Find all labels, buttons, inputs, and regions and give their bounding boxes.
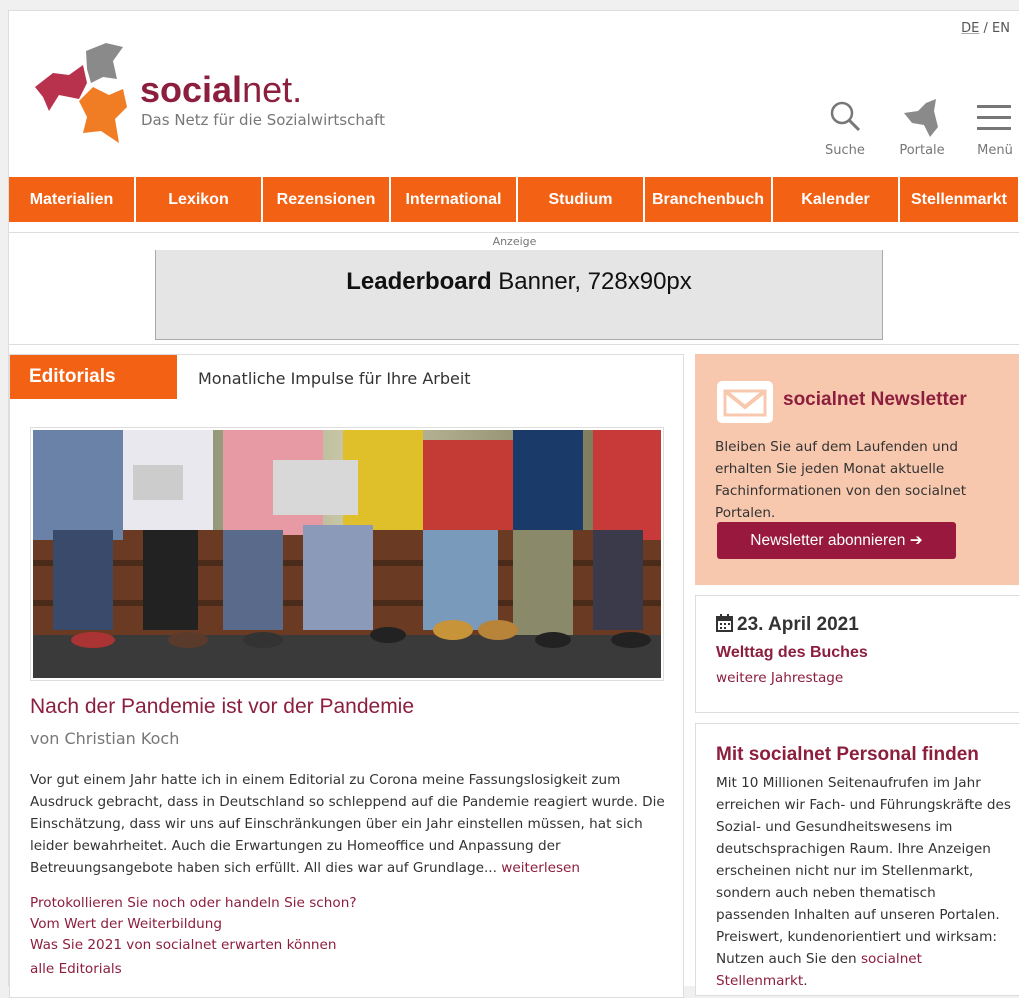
editorial-links: Protokollieren Sie noch oder handeln Sie… (30, 893, 357, 956)
portals-label: Portale (899, 143, 945, 158)
read-more-link[interactable]: weiterlesen (501, 860, 580, 876)
newsletter-subscribe-button[interactable]: Newsletter abonnieren ➔ (717, 522, 956, 559)
personal-text: Mit 10 Millionen Seitenaufrufen im Jahr … (716, 775, 1011, 989)
arrow-circle-right-icon: ➔ (909, 532, 923, 549)
hamburger-menu-icon (977, 105, 1011, 130)
lang-de-link[interactable]: DE (961, 21, 979, 36)
anniversary-event[interactable]: Welttag des Buches (716, 644, 868, 662)
editorials-tab[interactable]: Editorials (10, 355, 177, 399)
socialnet-logo-icon[interactable] (31, 39, 141, 149)
brand-name: socialnet. (140, 69, 303, 110)
nav-item-studium[interactable]: Studium (518, 177, 643, 222)
editorial-link[interactable]: Vom Wert der Weiterbildung (30, 914, 357, 935)
newsletter-box: socialnet Newsletter Bleiben Sie auf dem… (695, 354, 1019, 585)
group-photo-illustration (33, 430, 661, 678)
nav-item-kalender[interactable]: Kalender (773, 177, 898, 222)
article-author: von Christian Koch (30, 729, 180, 748)
nav-item-materialien[interactable]: Materialien (9, 177, 134, 222)
editorial-link[interactable]: Protokollieren Sie noch oder handeln Sie… (30, 893, 357, 914)
main-nav: Materialien Lexikon Rezensionen Internat… (9, 177, 1019, 222)
tagline: Das Netz für die Sozialwirtschaft (141, 111, 385, 129)
calendar-icon (716, 614, 733, 632)
page: DE / EN socialnet. Das Netz für die Sozi… (8, 10, 1019, 998)
personal-box: Mit socialnet Personal finden Mit 10 Mil… (695, 723, 1019, 996)
nav-item-branchenbuch[interactable]: Branchenbuch (645, 177, 771, 222)
newsletter-title: socialnet Newsletter (783, 389, 967, 410)
newsletter-text: Bleiben Sie auf dem Laufenden und erhalt… (715, 439, 967, 521)
menu-label: Menü (977, 143, 1013, 158)
editorials-subtitle: Monatliche Impulse für Ihre Arbeit (198, 369, 471, 388)
language-switch: DE / EN (961, 21, 1010, 36)
portals-icon (904, 99, 938, 137)
article-body: Vor gut einem Jahr hatte ich in einem Ed… (30, 772, 665, 876)
nav-item-rezensionen[interactable]: Rezensionen (263, 177, 389, 222)
nav-item-stellenmarkt[interactable]: Stellenmarkt (900, 177, 1018, 222)
search-label: Suche (825, 143, 865, 158)
ad-area: Anzeige Leaderboard Banner, 728x90px (9, 232, 1019, 345)
nav-item-international[interactable]: International (391, 177, 516, 222)
more-anniversaries-link[interactable]: weitere Jahrestage (716, 670, 843, 686)
ad-label: Anzeige (492, 235, 537, 248)
editorial-link[interactable]: Was Sie 2021 von socialnet erwarten könn… (30, 935, 357, 956)
editorials-section: Editorials Monatliche Impulse für Ihre A… (9, 354, 684, 998)
article-title[interactable]: Nach der Pandemie ist vor der Pandemie (30, 695, 414, 719)
anniversary-box: 23. April 2021 Welttag des Buches weiter… (695, 595, 1019, 713)
all-editorials-link[interactable]: alle Editorials (30, 961, 122, 977)
lang-separator: / (979, 21, 993, 36)
anniversary-date: 23. April 2021 (716, 614, 859, 636)
envelope-icon (717, 381, 773, 423)
search-icon (830, 101, 861, 132)
nav-item-lexikon[interactable]: Lexikon (136, 177, 261, 222)
personal-title[interactable]: Mit socialnet Personal finden (716, 744, 979, 766)
editorial-image[interactable] (30, 427, 664, 681)
lang-en-link[interactable]: EN (992, 21, 1010, 36)
leaderboard-banner[interactable]: Leaderboard Banner, 728x90px (155, 250, 883, 340)
